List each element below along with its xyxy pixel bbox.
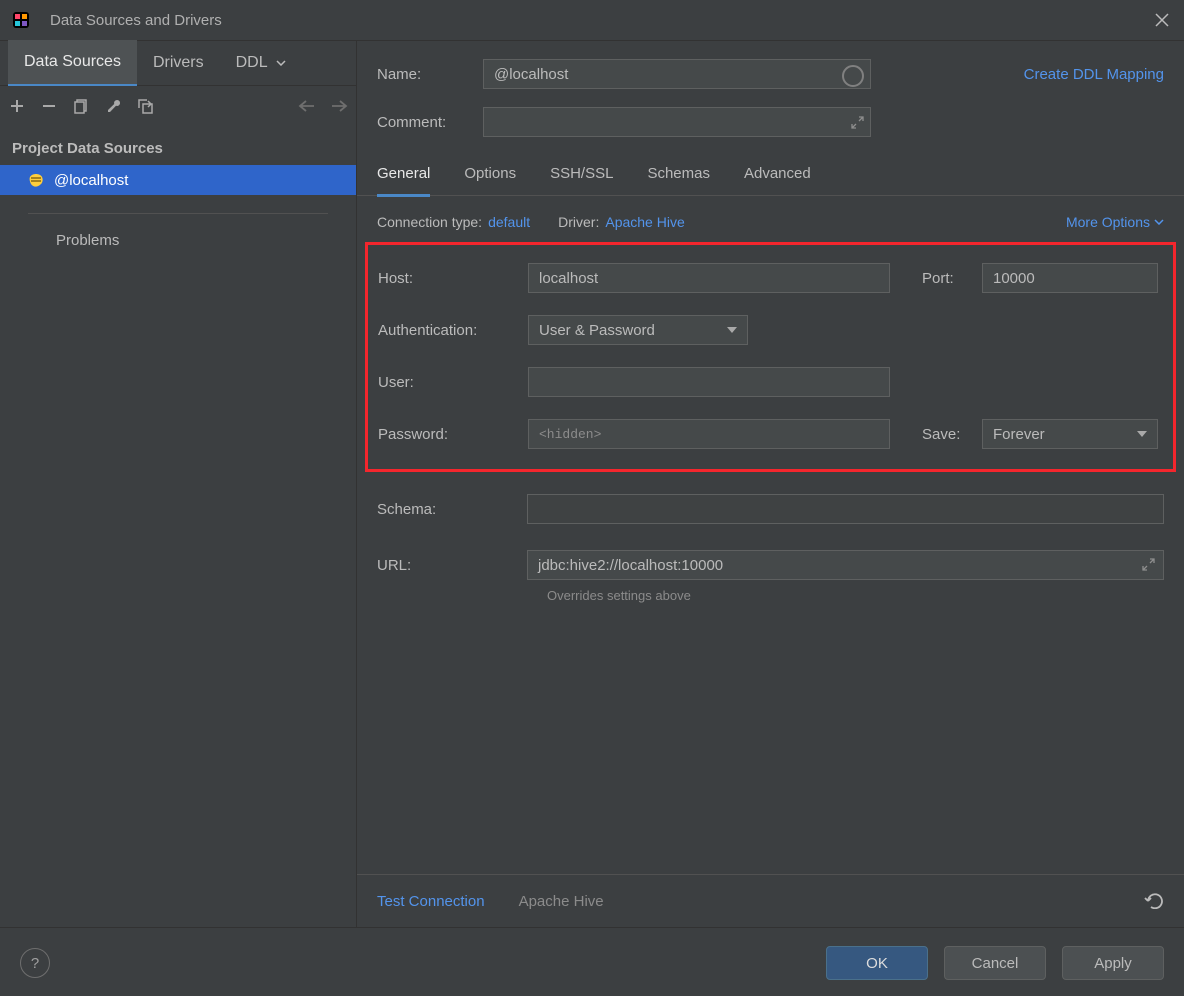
revert-icon[interactable] [1144, 893, 1164, 909]
save-label: Save: [922, 426, 982, 443]
create-ddl-mapping-link[interactable]: Create DDL Mapping [1024, 66, 1164, 83]
tab-ssh-ssl[interactable]: SSH/SSL [550, 154, 613, 197]
sidebar-divider [28, 213, 328, 214]
apply-button[interactable]: Apply [1062, 946, 1164, 980]
window-title: Data Sources and Drivers [50, 12, 222, 29]
chevron-down-icon [1137, 431, 1147, 437]
save-dropdown[interactable]: Forever [982, 419, 1158, 449]
sidebar-tab-ddl[interactable]: DDL [220, 41, 302, 85]
driver-label: Driver: [558, 214, 599, 230]
back-icon[interactable] [298, 97, 316, 115]
color-circle-icon[interactable] [842, 65, 864, 87]
name-label: Name: [377, 66, 483, 83]
sidebar-tab-drivers[interactable]: Drivers [137, 41, 220, 85]
host-label: Host: [378, 270, 528, 287]
wrench-icon[interactable] [104, 97, 122, 115]
sidebar: Data Sources Drivers DDL [0, 41, 357, 927]
user-input[interactable] [528, 367, 890, 397]
authentication-label: Authentication: [378, 322, 528, 339]
password-input[interactable]: <hidden> [528, 419, 890, 449]
expand-icon[interactable] [1142, 558, 1155, 571]
sidebar-toolbar [0, 86, 356, 126]
close-icon[interactable] [1150, 8, 1174, 32]
sidebar-section-title: Project Data Sources [0, 126, 356, 165]
sub-tabs: General Options SSH/SSL Schemas Advanced [357, 155, 1184, 196]
copy-icon[interactable] [72, 97, 90, 115]
make-global-icon[interactable] [136, 97, 154, 115]
datasource-label: @localhost [54, 172, 128, 189]
port-label: Port: [922, 270, 982, 287]
tab-advanced[interactable]: Advanced [744, 154, 811, 197]
comment-label: Comment: [377, 114, 483, 131]
name-input[interactable]: @localhost [483, 59, 871, 89]
user-label: User: [378, 374, 528, 391]
connection-type-value[interactable]: default [488, 214, 530, 230]
chevron-down-icon [727, 327, 737, 333]
test-connection-link[interactable]: Test Connection [377, 893, 485, 910]
schema-input[interactable] [527, 494, 1164, 524]
sidebar-problems[interactable]: Problems [0, 222, 356, 259]
add-icon[interactable] [8, 97, 26, 115]
url-note: Overrides settings above [547, 588, 1164, 603]
cancel-button[interactable]: Cancel [944, 946, 1046, 980]
tab-options[interactable]: Options [464, 154, 516, 197]
chevron-down-icon [276, 60, 286, 66]
datasource-item[interactable]: @localhost [0, 165, 356, 195]
footer-driver-name[interactable]: Apache Hive [519, 893, 604, 910]
sidebar-tab-data-sources[interactable]: Data Sources [8, 40, 137, 86]
tab-general[interactable]: General [377, 154, 430, 197]
password-label: Password: [378, 426, 528, 443]
main-footer: Test Connection Apache Hive [357, 874, 1184, 927]
button-bar: ? OK Cancel Apply [0, 927, 1184, 996]
main-panel: Name: @localhost Create DDL Mapping Comm… [357, 41, 1184, 927]
expand-icon[interactable] [851, 116, 864, 129]
host-input[interactable]: localhost [528, 263, 890, 293]
tab-schemas[interactable]: Schemas [647, 154, 710, 197]
comment-input[interactable] [483, 107, 871, 137]
remove-icon[interactable] [40, 97, 58, 115]
sidebar-tabs: Data Sources Drivers DDL [0, 41, 356, 86]
titlebar: Data Sources and Drivers [0, 0, 1184, 41]
more-options-link[interactable]: More Options [1066, 214, 1164, 230]
url-label: URL: [377, 557, 527, 574]
app-logo-icon [10, 9, 32, 31]
driver-value[interactable]: Apache Hive [605, 214, 684, 230]
port-input[interactable]: 10000 [982, 263, 1158, 293]
forward-icon[interactable] [330, 97, 348, 115]
connection-type-label: Connection type: [377, 214, 482, 230]
schema-label: Schema: [377, 501, 527, 518]
help-button[interactable]: ? [20, 948, 50, 978]
url-input[interactable]: jdbc:hive2://localhost:10000 [527, 550, 1164, 580]
hive-icon [28, 173, 44, 187]
ok-button[interactable]: OK [826, 946, 928, 980]
connection-fields-highlight: Host: localhost Port: 10000 Authenticati… [365, 242, 1176, 472]
authentication-dropdown[interactable]: User & Password [528, 315, 748, 345]
connection-row: Connection type: default Driver: Apache … [357, 196, 1184, 242]
